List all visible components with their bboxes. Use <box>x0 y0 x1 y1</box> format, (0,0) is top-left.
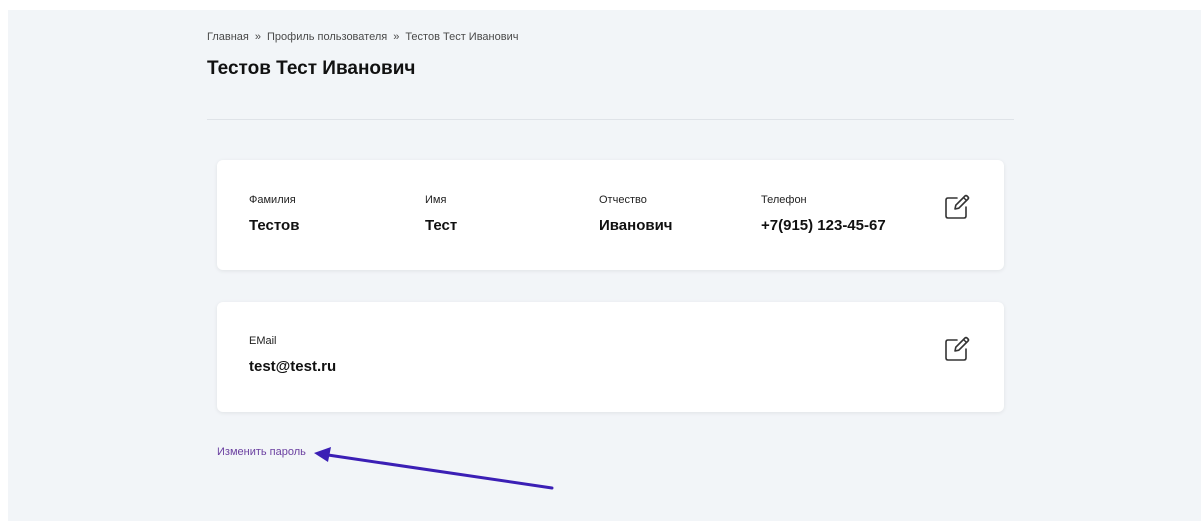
field-value: test@test.ru <box>249 358 337 375</box>
change-password-link[interactable]: Изменить пароль <box>217 446 306 458</box>
field-value: +7(915) 123-45-67 <box>761 217 886 234</box>
contact-info-card: EMail test@test.ru <box>217 302 1004 412</box>
edit-icon-graphic <box>945 336 970 361</box>
field-label: Телефон <box>761 194 807 206</box>
field-email: EMail test@test.ru <box>249 335 336 375</box>
breadcrumb-item-current: Тестов Тест Иванович <box>405 31 519 43</box>
field-label: EMail <box>249 335 277 347</box>
field-last-name: Фамилия Тестов <box>249 194 299 234</box>
breadcrumb: Главная » Профиль пользователя » Тестов Тест… <box>207 31 518 43</box>
field-phone: Телефон +7(915) 123-45-67 <box>761 194 886 234</box>
field-first-name: Имя Тест <box>425 194 457 234</box>
breadcrumb-separator: » <box>393 31 400 43</box>
field-value: Тестов <box>249 217 300 234</box>
breadcrumb-item-home[interactable]: Главная <box>207 31 249 43</box>
field-label: Отчество <box>599 194 647 206</box>
personal-info-card: Фамилия Тестов Имя Тест Отчество Иванови… <box>217 160 1004 270</box>
field-label: Фамилия <box>249 194 296 206</box>
field-value: Иванович <box>599 217 673 234</box>
field-label: Имя <box>425 194 447 206</box>
edit-icon[interactable] <box>943 193 971 221</box>
page-title: Тестов Тест Иванович <box>207 58 416 79</box>
edit-icon[interactable] <box>943 335 971 363</box>
divider <box>207 119 1014 120</box>
field-patronymic: Отчество Иванович <box>599 194 673 234</box>
breadcrumb-separator: » <box>254 31 261 43</box>
breadcrumb-item-profile[interactable]: Профиль пользователя <box>267 31 387 43</box>
field-value: Тест <box>425 217 458 234</box>
edit-icon-graphic <box>945 194 970 219</box>
